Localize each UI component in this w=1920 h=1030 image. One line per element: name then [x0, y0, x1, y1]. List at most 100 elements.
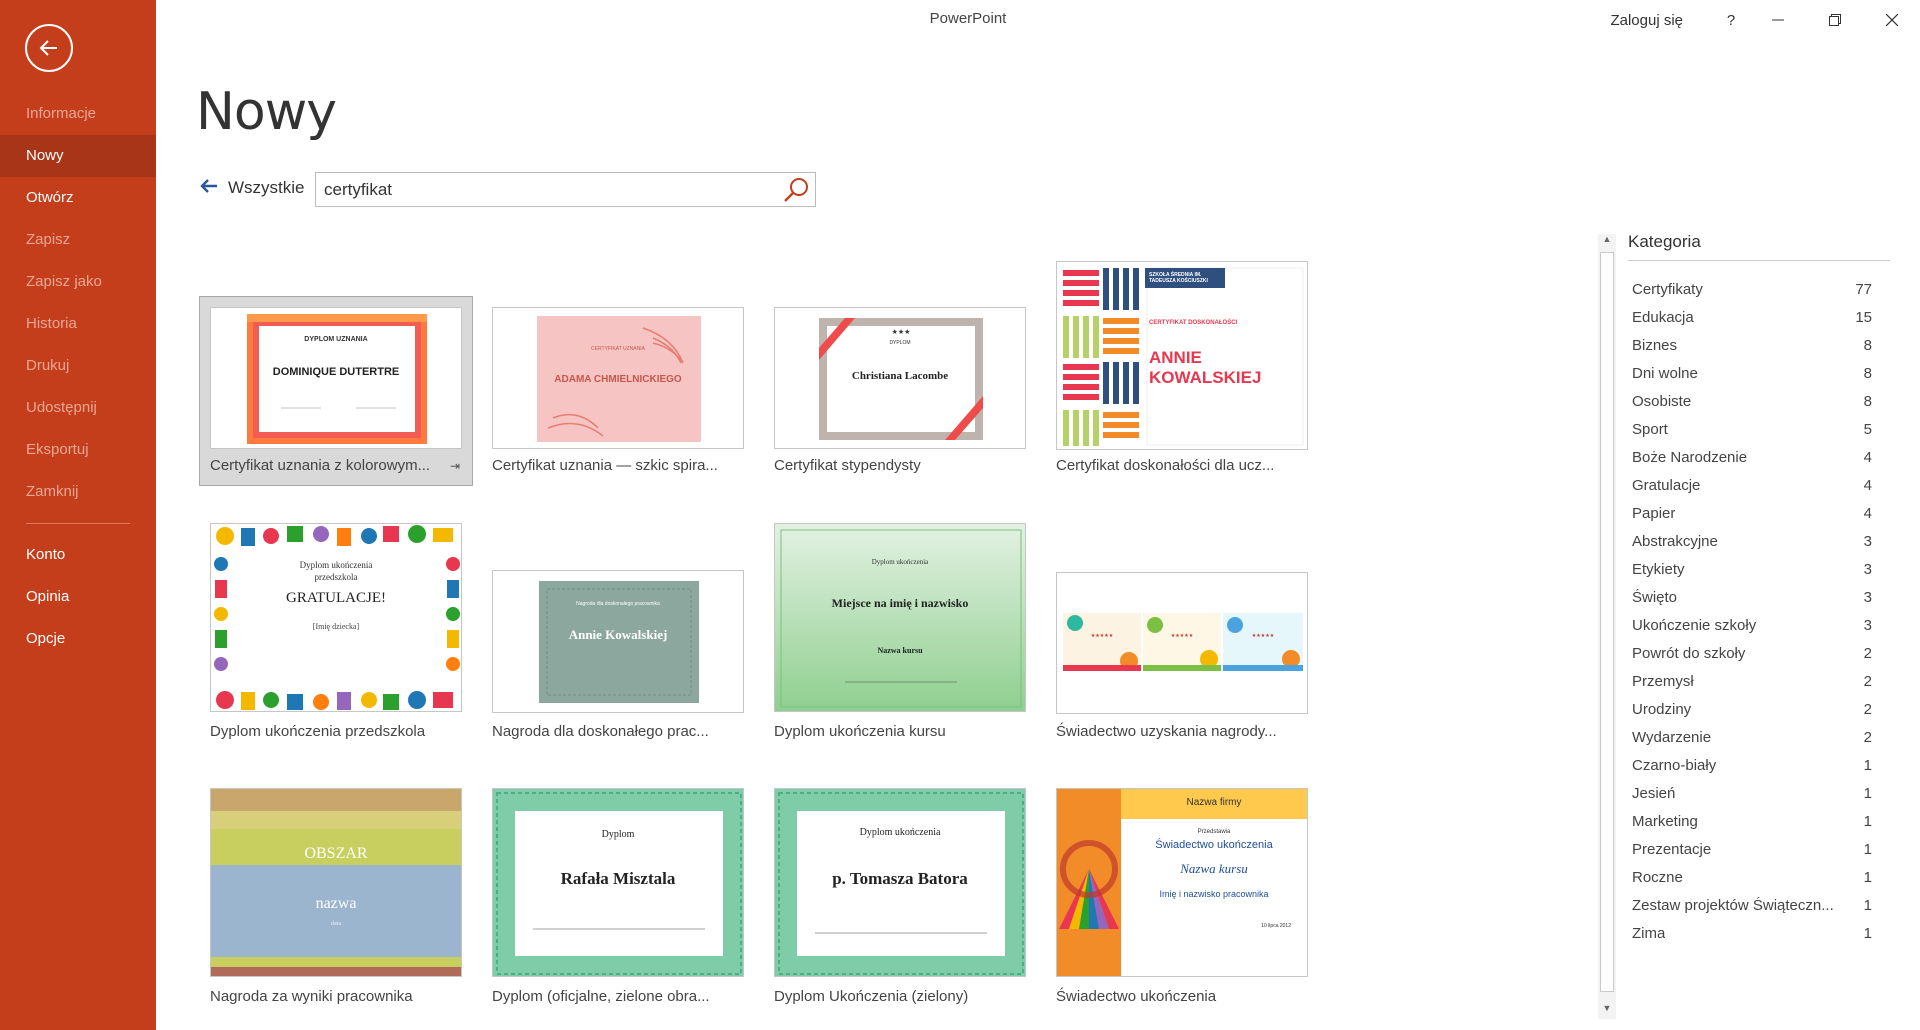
template-tile[interactable]: Dyplom ukończenia p. Tomasza Batora Dypl… — [764, 780, 1036, 1010]
search-input[interactable] — [316, 173, 756, 206]
template-tile[interactable]: CERTYFIKAT UZNANIA ADAMA CHMIELNICKIEGO … — [482, 297, 754, 485]
thumb-text: Imię i nazwisko pracownika — [1159, 889, 1269, 899]
category-count: 1 — [1863, 756, 1872, 774]
restore-icon[interactable] — [1806, 0, 1863, 40]
category-item[interactable]: Boże Narodzenie 4 — [1632, 443, 1872, 471]
nav-item-open[interactable]: Otwórz — [0, 177, 156, 219]
nav-item-export[interactable]: Eksportuj — [0, 429, 156, 471]
category-item[interactable]: Święto 3 — [1632, 583, 1872, 611]
nav-item-save[interactable]: Zapisz — [0, 219, 156, 261]
template-tile[interactable]: ★★★ DYPLOM Christiana Lacombe Certyfikat… — [764, 297, 1036, 485]
category-item[interactable]: Etykiety 3 — [1632, 555, 1872, 583]
thumb-text: DOMINIQUE DUTERTRE — [272, 366, 400, 378]
category-scrollbar[interactable]: ▲ ▼ — [1598, 234, 1616, 1019]
svg-text:★★★★★: ★★★★★ — [1252, 633, 1275, 639]
category-name: Zestaw projektów Świąteczn... — [1632, 896, 1834, 914]
thumb-text: ANNIE — [1149, 348, 1202, 367]
category-item[interactable]: Ukończenie szkoły 3 — [1632, 611, 1872, 639]
template-tile[interactable]: ★★★★★ ★★★★★ ★★★★★ Świadectwo uzyskania n… — [1046, 563, 1318, 745]
thumb-text: [Imię dziecka] — [312, 622, 360, 631]
nav-separator — [26, 523, 130, 524]
nav-item-info[interactable]: Informacje — [0, 93, 156, 135]
category-item[interactable]: Jesień 1 — [1632, 779, 1872, 807]
nav-item-share[interactable]: Udostępnij — [0, 387, 156, 429]
category-item[interactable]: Sport 5 — [1632, 415, 1872, 443]
sign-in-link[interactable]: Zaloguj się — [1610, 12, 1683, 29]
nav-item-options[interactable]: Opcje — [0, 618, 156, 660]
category-item[interactable]: Abstrakcyjne 3 — [1632, 527, 1872, 555]
thumb-text: ADAMA CHMIELNICKIEGO — [554, 374, 682, 385]
nav-item-history[interactable]: Historia — [0, 303, 156, 345]
nav-item-save-as[interactable]: Zapisz jako — [0, 261, 156, 303]
template-tile[interactable]: SZKOŁA ŚREDNIA IM. TADEUSZA KOŚCIUSZKI C… — [1046, 252, 1318, 485]
category-item[interactable]: Osobiste 8 — [1632, 387, 1872, 415]
category-item[interactable]: Urodziny 2 — [1632, 695, 1872, 723]
category-item[interactable]: Prezentacje 1 — [1632, 835, 1872, 863]
category-name: Boże Narodzenie — [1632, 448, 1748, 466]
category-item[interactable]: Zestaw projektów Świąteczn... 1 — [1632, 891, 1872, 919]
template-tile[interactable]: DYPLOM UZNANIA DOMINIQUE DUTERTRE Certyf… — [199, 296, 473, 486]
template-tile[interactable]: Nagroda dla doskonałego pracownika Annie… — [482, 561, 754, 745]
template-tile[interactable]: Nazwa firmy Przedstawia Świadectwo ukońc… — [1046, 780, 1318, 1010]
template-label: Świadectwo ukończenia — [1056, 988, 1217, 1005]
nav-item-print[interactable]: Drukuj — [0, 345, 156, 387]
category-name: Edukacja — [1632, 308, 1694, 326]
template-tile[interactable]: Dyplom Rafała Misztala Dyplom (oficjalne… — [482, 780, 754, 1010]
category-name: Urodziny — [1632, 700, 1692, 718]
scroll-down-icon[interactable]: ▼ — [1598, 1003, 1616, 1019]
thumb-text: Świadectwo ukończenia — [1155, 839, 1273, 851]
template-tile[interactable]: Dyplom ukończenia przedszkola GRATULACJE… — [200, 515, 472, 745]
category-item[interactable]: Papier 4 — [1632, 499, 1872, 527]
category-name: Powrót do szkoły — [1632, 644, 1746, 662]
category-item[interactable]: Biznes 8 — [1632, 331, 1872, 359]
category-item[interactable]: Edukacja 15 — [1632, 303, 1872, 331]
category-item[interactable]: Powrót do szkoły 2 — [1632, 639, 1872, 667]
thumb-text: CERTYFIKAT DOSKONAŁOŚCI — [1149, 320, 1238, 326]
template-label: Certyfikat uznania z kolorowym... — [210, 457, 431, 474]
nav-item-feedback[interactable]: Opinia — [0, 576, 156, 618]
template-label: Dyplom Ukończenia (zielony) — [774, 988, 969, 1005]
template-thumbnail: ★★★ DYPLOM Christiana Lacombe — [774, 307, 1026, 449]
thumb-text: KOWALSKIEJ — [1149, 368, 1262, 387]
scroll-up-icon[interactable]: ▲ — [1598, 234, 1616, 250]
category-item[interactable]: Marketing 1 — [1632, 807, 1872, 835]
category-item[interactable]: Przemysł 2 — [1632, 667, 1872, 695]
help-icon[interactable]: ? — [1713, 12, 1749, 29]
title-bar: PowerPoint Zaloguj się ? — [156, 0, 1920, 40]
category-name: Certyfikaty — [1632, 280, 1703, 298]
nav-item-account[interactable]: Konto — [0, 534, 156, 576]
template-tile[interactable]: OBSZAR nazwa data Nagroda za wyniki prac… — [200, 780, 472, 1010]
back-arrow-icon[interactable] — [25, 24, 73, 72]
template-tile[interactable]: Dyplom ukończenia Miejsce na imię i nazw… — [764, 515, 1036, 745]
category-item[interactable]: Wydarzenie 2 — [1632, 723, 1872, 751]
category-name: Roczne — [1632, 868, 1683, 886]
category-count: 3 — [1863, 532, 1872, 550]
close-icon[interactable] — [1863, 0, 1920, 40]
category-name: Święto — [1632, 588, 1678, 606]
category-count: 2 — [1863, 700, 1872, 718]
all-templates-link[interactable]: Wszystkie — [200, 176, 305, 199]
category-item[interactable]: Dni wolne 8 — [1632, 359, 1872, 387]
template-thumbnail: Dyplom ukończenia p. Tomasza Batora — [774, 788, 1026, 977]
category-list: Certyfikaty 77 Edukacja 15 Biznes 8 Dni wolne 8… — [1632, 275, 1872, 947]
search-box — [315, 172, 816, 207]
template-label: Świadectwo uzyskania nagrody... — [1056, 723, 1277, 740]
category-item[interactable]: Zima 1 — [1632, 919, 1872, 947]
category-count: 1 — [1863, 896, 1872, 914]
minimize-icon[interactable] — [1749, 0, 1806, 40]
category-item[interactable]: Certyfikaty 77 — [1632, 275, 1872, 303]
category-count: 2 — [1863, 644, 1872, 662]
category-item[interactable]: Czarno-biały 1 — [1632, 751, 1872, 779]
thumb-text: nazwa — [315, 895, 357, 912]
search-icon[interactable] — [780, 174, 813, 205]
svg-text:★★★★★: ★★★★★ — [1171, 633, 1194, 639]
pin-icon[interactable]: ⇥ — [450, 459, 460, 473]
category-count: 3 — [1863, 560, 1872, 578]
scrollbar-thumb[interactable] — [1600, 252, 1614, 992]
template-thumbnail: Dyplom Rafała Misztala — [492, 788, 744, 977]
category-item[interactable]: Gratulacje 4 — [1632, 471, 1872, 499]
category-item[interactable]: Roczne 1 — [1632, 863, 1872, 891]
nav-item-close[interactable]: Zamknij — [0, 471, 156, 513]
nav-item-new[interactable]: Nowy — [0, 135, 156, 177]
category-count: 1 — [1863, 868, 1872, 886]
